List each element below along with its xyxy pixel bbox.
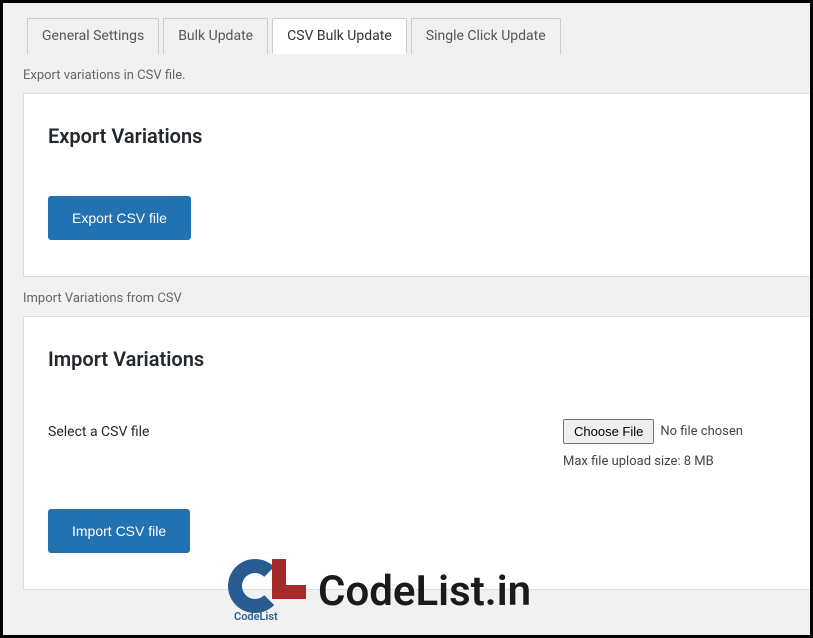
import-section-desc: Import Variations from CSV xyxy=(3,277,810,316)
file-input-wrap: Choose File No file chosen xyxy=(563,419,786,444)
export-csv-button[interactable]: Export CSV file xyxy=(48,196,191,240)
tab-single-click-update[interactable]: Single Click Update xyxy=(411,18,561,54)
import-csv-button[interactable]: Import CSV file xyxy=(48,509,190,553)
export-section-desc: Export variations in CSV file. xyxy=(3,54,810,93)
watermark-text: CodeList.in xyxy=(318,567,531,616)
import-heading: Import Variations xyxy=(48,347,786,371)
export-heading: Export Variations xyxy=(48,124,786,148)
watermark-logo-icon: CodeList xyxy=(228,561,306,621)
tab-general-settings[interactable]: General Settings xyxy=(27,18,159,54)
import-panel: Import Variations Select a CSV file Choo… xyxy=(23,316,810,590)
tab-bulk-update[interactable]: Bulk Update xyxy=(163,18,268,54)
file-select-row: Select a CSV file Choose File No file ch… xyxy=(48,419,786,469)
tab-csv-bulk-update[interactable]: CSV Bulk Update xyxy=(272,18,407,54)
watermark: CodeList CodeList.in xyxy=(228,561,531,621)
no-file-text: No file chosen xyxy=(660,424,743,439)
max-upload-helper: Max file upload size: 8 MB xyxy=(563,454,786,469)
export-panel: Export Variations Export CSV file xyxy=(23,93,810,277)
choose-file-button[interactable]: Choose File xyxy=(563,419,654,444)
tab-bar: General Settings Bulk Update CSV Bulk Up… xyxy=(3,3,810,54)
file-control-wrap: Choose File No file chosen Max file uplo… xyxy=(563,419,786,469)
file-select-label: Select a CSV file xyxy=(48,419,563,440)
